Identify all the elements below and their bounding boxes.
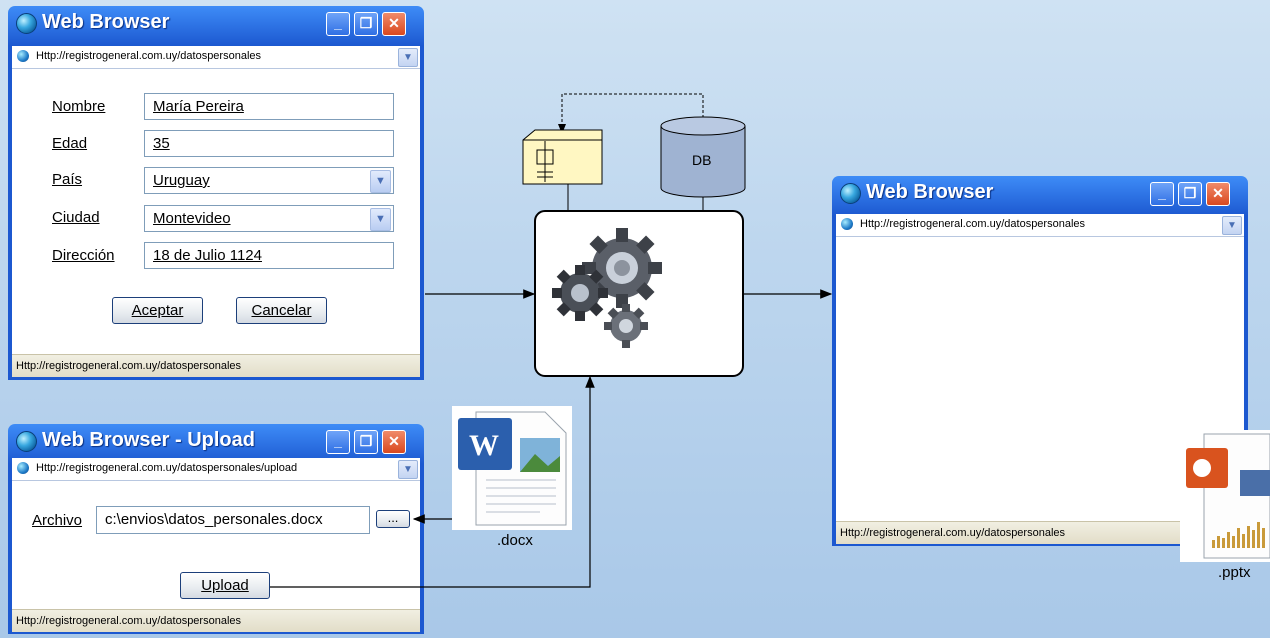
word-document-icon: W [452,406,572,530]
template-folder-icon [522,129,603,185]
powerpoint-document-icon [1180,430,1270,562]
connector-lines: W [270,93,1270,588]
docx-label: .docx [497,532,533,549]
db-label: DB [692,152,712,168]
svg-text:W: W [469,429,499,462]
pptx-label: .pptx [1218,564,1251,581]
